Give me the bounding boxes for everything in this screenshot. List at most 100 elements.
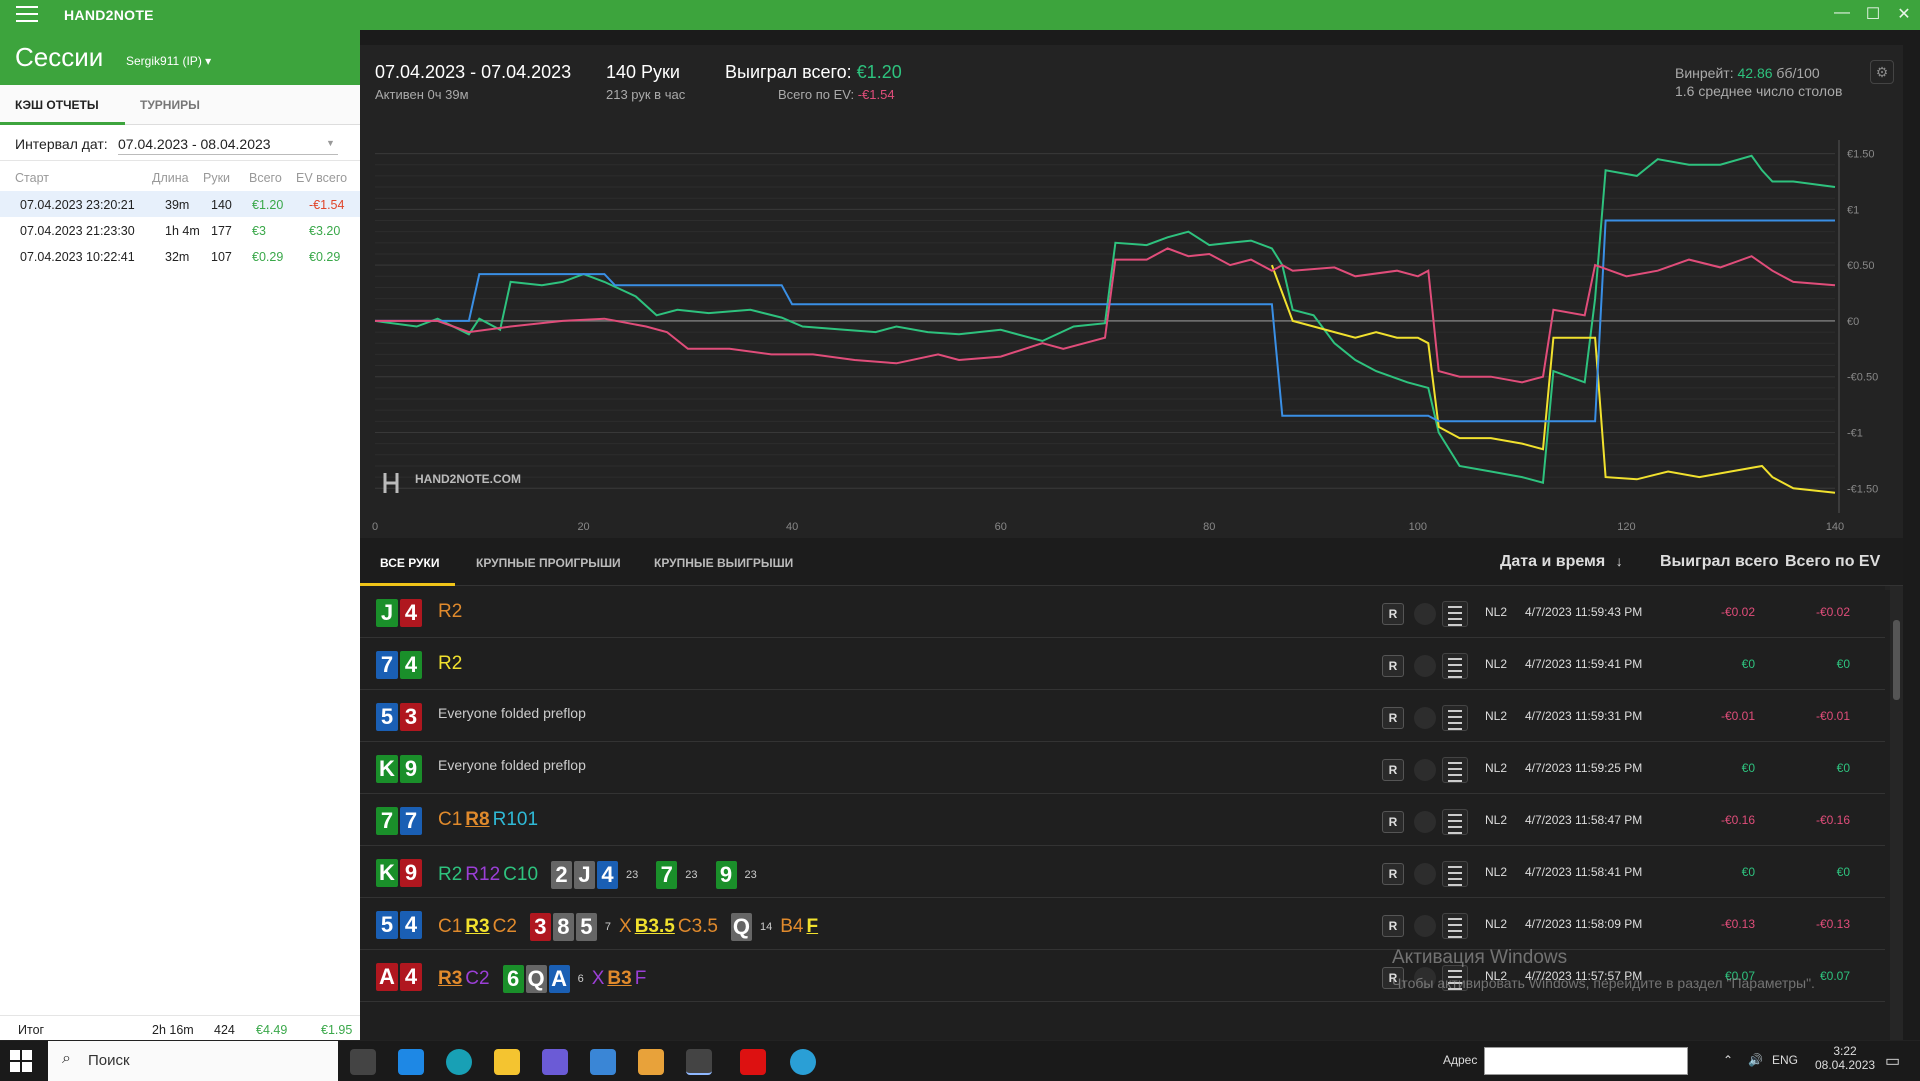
ev-amount: €0 [1836,865,1850,879]
won-amount: €0 [1741,865,1755,879]
header-won[interactable]: Выиграл всего [1660,553,1778,571]
play-icon[interactable] [1414,759,1436,781]
play-icon[interactable] [1414,863,1436,885]
sidebar-title: Сессии [15,42,104,72]
hand-row[interactable]: K 9 Everyone folded preflop R NL2 4/7/2023 11… [360,742,1885,794]
card: Q [730,913,752,941]
media-icon[interactable] [638,1049,664,1075]
tab-tournaments[interactable]: ТУРНИРЫ [140,98,200,112]
play-icon[interactable] [1414,707,1436,729]
footer-length: 2h 16m [152,1023,194,1037]
folder-icon[interactable] [494,1049,520,1075]
user-name: Sergik911 (IP) [126,54,202,68]
replay-button[interactable]: R [1382,655,1404,677]
app-name: HAND2NOTE [64,7,154,23]
app-icon[interactable] [542,1049,568,1075]
replay-button[interactable]: R [1382,707,1404,729]
scrollbar[interactable] [1890,586,1903,1040]
pokerstars-icon[interactable] [740,1049,766,1075]
pot-size: 23 [626,869,639,881]
maximize-icon[interactable]: ☐ [1863,4,1883,24]
hands-per-hour: 213 рук в час [606,87,686,102]
mail-icon[interactable] [398,1049,424,1075]
ev-value: -€1.54 [857,87,895,102]
session-hands: 107 [211,250,232,264]
hand-row[interactable]: K 9 R2 R12 C10 2 J 4 23 7 23 9 23 R NL2 4/7/2023 11:58:… [360,846,1885,898]
header-date[interactable]: Дата и время ↓ [1500,553,1623,571]
col-hands[interactable]: Руки [203,171,230,185]
title-bar: HAND2NOTE — ☐ ✕ [0,0,1920,30]
col-total[interactable]: Всего [249,171,282,185]
tab-big-losses[interactable]: КРУПНЫЕ ПРОИГРЫШИ [476,556,621,570]
language-indicator[interactable]: ENG [1772,1053,1798,1067]
hand-history-icon[interactable] [1442,601,1468,627]
card: 4 [400,911,422,939]
tab-cash[interactable]: КЭШ ОТЧЕТЫ [15,98,99,112]
col-length[interactable]: Длина [152,171,189,185]
hand-history-icon[interactable] [1442,913,1468,939]
card: K [376,755,398,783]
session-panel: 07.04.2023 - 07.04.2023 Активен 0ч 39м 1… [360,45,1903,1040]
volume-icon[interactable]: 🔊 [1748,1053,1763,1067]
col-ev[interactable]: EV всего [296,171,347,185]
hand-row[interactable]: 5 3 Everyone folded preflop R NL2 4/7/2023 11… [360,690,1885,742]
taskbar-search[interactable]: ⌕ Поиск [48,1041,338,1081]
hand-actions: R2 [438,653,465,675]
replay-button[interactable]: R [1382,811,1404,833]
play-icon[interactable] [1414,811,1436,833]
gear-icon[interactable]: ⚙ [1870,60,1894,84]
action-token: C1 [438,809,463,830]
header-ev[interactable]: Всего по EV [1785,553,1880,571]
replay-button[interactable]: R [1382,603,1404,625]
card: 5 [376,703,398,731]
col-start[interactable]: Старт [15,171,49,185]
session-row[interactable]: 07.04.2023 21:23:30 1h 4m 177 €3 €3.20 [0,217,360,243]
task-view-icon[interactable] [350,1049,376,1075]
interval-dropdown[interactable]: 07.04.2023 - 08.04.2023 [118,136,338,155]
hand-time: 4/7/2023 11:58:47 PM [1525,813,1643,827]
hole-cards: 74 [376,651,424,679]
tray-chevron-icon[interactable]: ⌃ [1723,1053,1733,1067]
replay-button[interactable]: R [1382,915,1404,937]
session-row[interactable]: 07.04.2023 23:20:21 39m 140 €1.20 -€1.54 [0,191,360,217]
hand2note-taskbar-icon[interactable] [686,1049,712,1075]
play-icon[interactable] [1414,655,1436,677]
store-icon[interactable] [590,1049,616,1075]
winrate-label: Винрейт: [1675,65,1734,81]
user-selector[interactable]: Sergik911 (IP) ▾ [126,54,211,68]
hand-history-icon[interactable] [1442,653,1468,679]
clock[interactable]: 3:22 08.04.2023 [1815,1044,1875,1072]
action-token: B3.5 [634,916,675,937]
pot-size: 6 [577,973,584,985]
play-icon[interactable] [1414,603,1436,625]
activation-watermark-sub: Чтобы активировать Windows, перейдите в … [1392,975,1815,991]
close-icon[interactable]: ✕ [1894,4,1914,24]
won-amount: €0 [1741,761,1755,775]
minimize-icon[interactable]: — [1832,4,1852,22]
replay-button[interactable]: R [1382,759,1404,781]
tab-big-wins[interactable]: КРУПНЫЕ ВЫИГРЫШИ [654,556,793,570]
hand-history-icon[interactable] [1442,757,1468,783]
session-row[interactable]: 07.04.2023 10:22:41 32m 107 €0.29 €0.29 [0,243,360,269]
session-ev: €0.29 [309,250,341,264]
windows-start-icon[interactable] [10,1050,32,1072]
tab-all-hands[interactable]: ВСЕ РУКИ [380,556,439,570]
edge-icon[interactable] [446,1049,472,1075]
hand-history-icon[interactable] [1442,705,1468,731]
menu-icon[interactable] [16,6,38,24]
hole-cards: K9 [376,755,424,783]
address-input[interactable] [1484,1047,1688,1075]
hand-row[interactable]: J 4 R2 R NL2 4/7/2023 11:59:43 PM -€0.02 -€0.02 [360,586,1885,638]
hand-row[interactable]: 7 4 R2 R NL2 4/7/2023 11:59:41 PM €0 €0 [360,638,1885,690]
notifications-icon[interactable]: ▭ [1885,1051,1900,1071]
dropdown-arrow-icon[interactable]: ▼ [326,138,335,148]
telegram-icon[interactable] [790,1049,816,1075]
avg-tables: 1.6 среднее число столов [1675,83,1843,99]
hand-row[interactable]: 7 7 C1 R8 R101 R NL2 4/7/2023 11:58:47 PM -€0.16… [360,794,1885,846]
play-icon[interactable] [1414,915,1436,937]
hand-history-icon[interactable] [1442,861,1468,887]
scrollbar-thumb[interactable] [1893,620,1900,700]
hand-history-icon[interactable] [1442,809,1468,835]
hand-row[interactable]: 5 4 C1 R3 C2 3 8 5 7 X B3.5 C3.5 Q 14 B4 F R NL2 4/7/2023 … [360,898,1885,950]
replay-button[interactable]: R [1382,863,1404,885]
